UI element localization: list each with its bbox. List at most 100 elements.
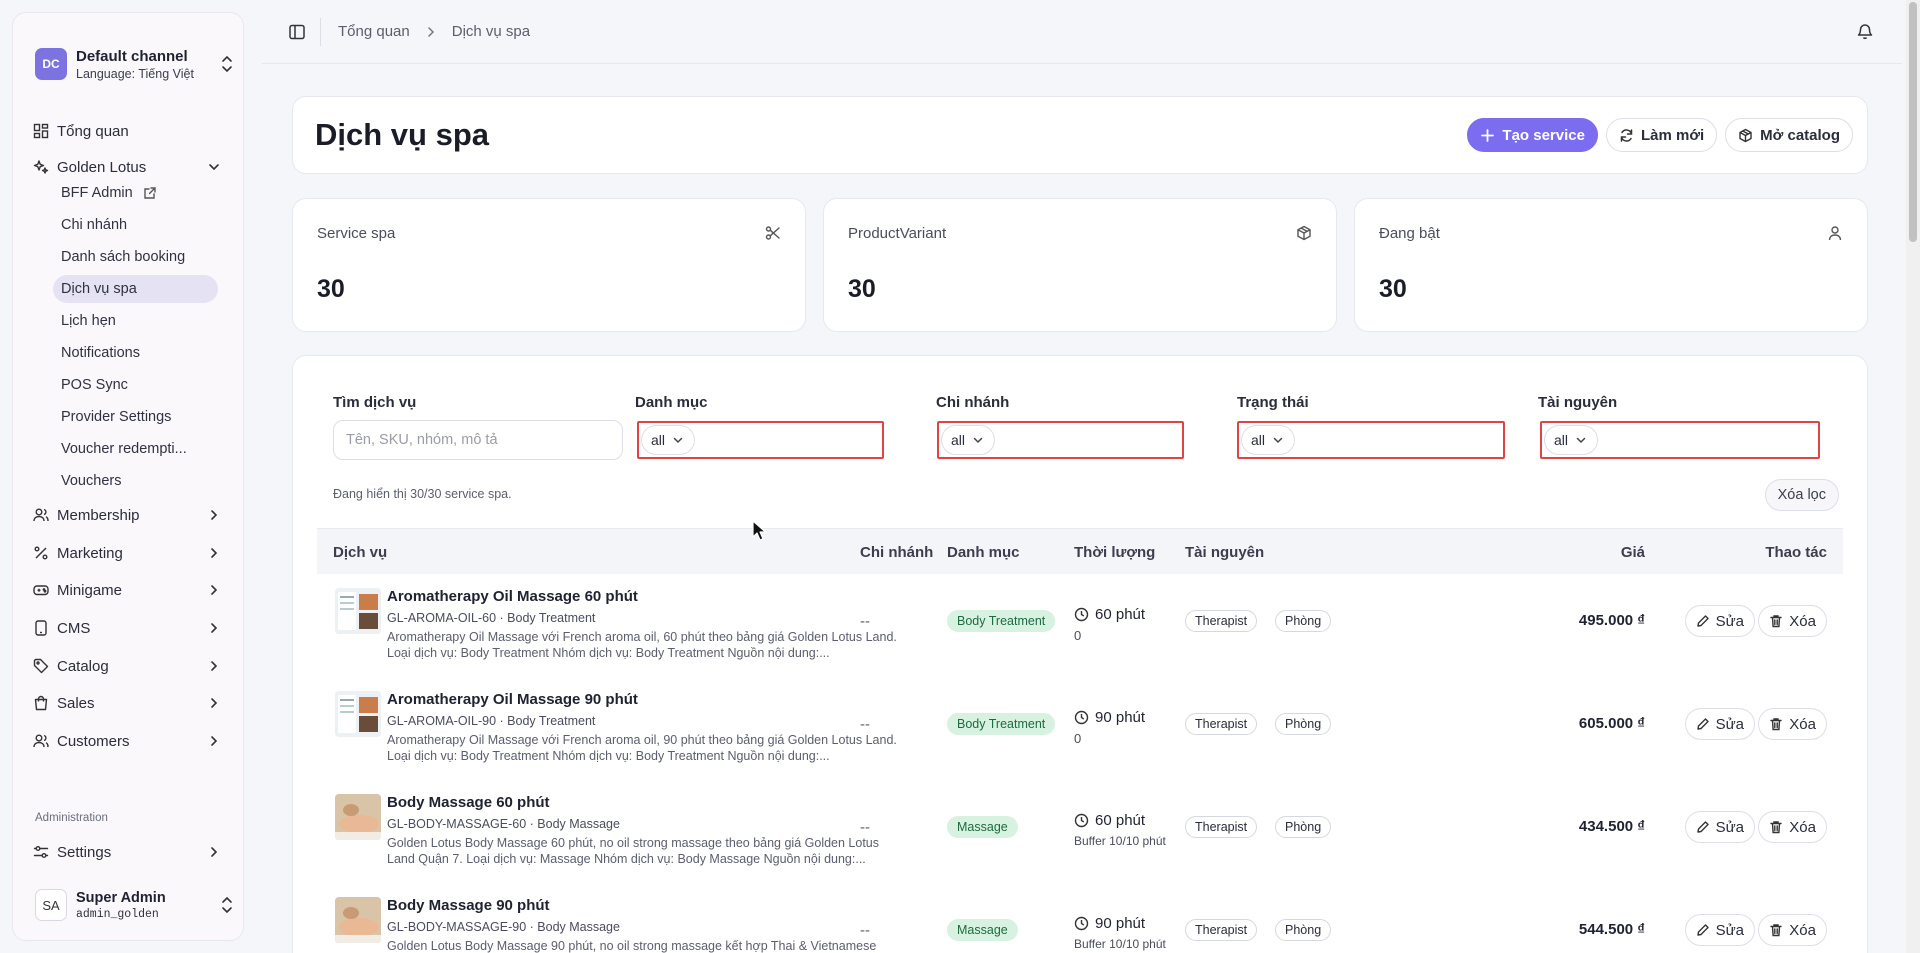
sidebar-toggle-icon[interactable] bbox=[288, 23, 306, 41]
tag-icon bbox=[33, 658, 49, 674]
duration-buffer: Buffer 10/10 phút bbox=[1074, 937, 1166, 951]
table-row: Aromatherapy Oil Massage 60 phút GL-AROM… bbox=[317, 574, 1843, 677]
sidebar-item-danh-sach-booking[interactable]: Danh sách booking bbox=[53, 243, 218, 271]
sidebar-item-voucher-redemptions[interactable]: Voucher redempti... bbox=[53, 435, 218, 463]
refresh-label: Làm mới bbox=[1640, 126, 1705, 144]
package-icon bbox=[1297, 225, 1311, 241]
sidebar-item-bff-admin[interactable]: BFF Admin bbox=[53, 179, 218, 207]
sidebar-item-dich-vu-spa[interactable]: Dịch vụ spa bbox=[53, 275, 218, 303]
duration-buffer: 0 bbox=[1074, 628, 1082, 643]
nav-overview[interactable]: Tổng quan bbox=[33, 117, 231, 145]
topbar-divider bbox=[320, 18, 321, 46]
sidebar-item-label: Provider Settings bbox=[61, 409, 172, 425]
edit-button[interactable]: Sửa bbox=[1684, 708, 1755, 740]
edit-button[interactable]: Sửa bbox=[1684, 811, 1755, 843]
nav-settings[interactable]: Settings bbox=[33, 838, 231, 866]
delete-label: Xóa bbox=[1789, 921, 1816, 939]
branch-select[interactable]: all bbox=[937, 421, 1184, 459]
sidebar-item-provider-settings[interactable]: Provider Settings bbox=[53, 403, 218, 431]
chevron-down-icon bbox=[1273, 437, 1283, 444]
create-service-button[interactable]: Tạo service bbox=[1467, 118, 1598, 152]
chevron-down-icon bbox=[1576, 437, 1586, 444]
edit-button[interactable]: Sửa bbox=[1684, 914, 1755, 946]
scissors-icon bbox=[765, 226, 780, 240]
nav-catalog[interactable]: Catalog bbox=[33, 652, 231, 680]
user-menu[interactable]: SA Super Admin admin_golden bbox=[35, 885, 235, 925]
column-duration[interactable]: Thời lượng bbox=[1074, 544, 1155, 561]
service-name[interactable]: Aromatherapy Oil Massage 60 phút bbox=[387, 588, 638, 605]
sidebar-item-notifications[interactable]: Notifications bbox=[53, 339, 218, 367]
table-row: Aromatherapy Oil Massage 90 phút GL-AROM… bbox=[317, 677, 1843, 780]
delete-button[interactable]: Xóa bbox=[1758, 811, 1827, 843]
stat-value: 30 bbox=[1379, 275, 1407, 303]
open-catalog-label: Mở catalog bbox=[1760, 126, 1840, 144]
refresh-button[interactable]: Làm mới bbox=[1605, 118, 1718, 152]
delete-button[interactable]: Xóa bbox=[1758, 914, 1827, 946]
open-catalog-button[interactable]: Mở catalog bbox=[1725, 118, 1853, 152]
nav-minigame[interactable]: Minigame bbox=[33, 576, 231, 604]
delete-button[interactable]: Xóa bbox=[1758, 708, 1827, 740]
pencil-icon bbox=[1696, 718, 1709, 730]
column-service[interactable]: Dịch vụ bbox=[333, 544, 387, 561]
service-thumbnail bbox=[335, 794, 381, 840]
chevron-down-icon bbox=[973, 437, 983, 444]
search-input[interactable] bbox=[333, 420, 623, 460]
service-name[interactable]: Body Massage 90 phút bbox=[387, 897, 550, 914]
avatar: SA bbox=[35, 889, 67, 921]
category-select[interactable]: all bbox=[637, 421, 884, 459]
nav-marketing[interactable]: Marketing bbox=[33, 539, 231, 567]
category-badge: Body Treatment bbox=[947, 713, 1056, 735]
column-branch[interactable]: Chi nhánh bbox=[860, 544, 933, 561]
nav-catalog-label: Catalog bbox=[57, 657, 109, 675]
resource-tag-room: Phòng bbox=[1275, 816, 1332, 838]
nav-minigame-label: Minigame bbox=[57, 581, 123, 599]
scrollbar-thumb[interactable] bbox=[1909, 2, 1917, 242]
column-category[interactable]: Danh mục bbox=[947, 544, 1020, 561]
channel-switcher[interactable]: DC Default channel Language: Tiếng Việt bbox=[35, 33, 235, 95]
pencil-icon bbox=[1696, 615, 1709, 627]
sliders-icon bbox=[33, 846, 49, 858]
nav-sales-label: Sales bbox=[57, 694, 95, 712]
service-name[interactable]: Aromatherapy Oil Massage 90 phút bbox=[387, 691, 638, 708]
chevrons-up-down-icon bbox=[222, 55, 232, 73]
breadcrumb-root[interactable]: Tổng quan bbox=[338, 23, 410, 40]
column-price[interactable]: Giá bbox=[1621, 544, 1645, 561]
resource-tag-room: Phòng bbox=[1275, 713, 1332, 735]
user-handle: admin_golden bbox=[76, 907, 159, 921]
sidebar-item-lich-hen[interactable]: Lịch hẹn bbox=[53, 307, 218, 335]
trash-icon bbox=[1770, 924, 1782, 937]
column-resource[interactable]: Tài nguyên bbox=[1185, 544, 1264, 561]
service-name[interactable]: Body Massage 60 phút bbox=[387, 794, 550, 811]
nav-cms[interactable]: CMS bbox=[33, 614, 231, 642]
edit-button[interactable]: Sửa bbox=[1684, 605, 1755, 637]
page-scrollbar[interactable] bbox=[1906, 0, 1920, 953]
service-sku: GL-BODY-MASSAGE-90 · Body Massage bbox=[387, 920, 620, 934]
service-price: 495.000 ₫ bbox=[1578, 612, 1645, 629]
service-sku: GL-AROMA-OIL-90 · Body Treatment bbox=[387, 714, 596, 728]
service-description: Aromatherapy Oil Massage với French arom… bbox=[387, 630, 897, 660]
edit-label: Sửa bbox=[1715, 818, 1744, 836]
pencil-icon bbox=[1696, 821, 1709, 833]
stat-card-active: Đang bật 30 bbox=[1354, 198, 1868, 332]
branch-filter-label: Chi nhánh bbox=[936, 394, 1010, 411]
delete-button[interactable]: Xóa bbox=[1758, 605, 1827, 637]
service-price: 544.500 ₫ bbox=[1578, 921, 1645, 938]
gamepad-icon bbox=[33, 585, 49, 596]
nav-customers[interactable]: Customers bbox=[33, 727, 231, 755]
resource-select[interactable]: all bbox=[1540, 421, 1820, 459]
status-select[interactable]: all bbox=[1237, 421, 1505, 459]
sidebar-item-label: BFF Admin bbox=[61, 185, 133, 201]
channel-avatar: DC bbox=[35, 48, 67, 80]
users-icon bbox=[33, 734, 49, 748]
service-description: Golden Lotus Body Massage 90 phút, no oi… bbox=[387, 939, 877, 953]
tablet-icon bbox=[35, 620, 47, 636]
sidebar-item-chi-nhanh[interactable]: Chi nhánh bbox=[53, 211, 218, 239]
clear-filters-button[interactable]: Xóa lọc bbox=[1764, 479, 1839, 511]
sidebar-item-pos-sync[interactable]: POS Sync bbox=[53, 371, 218, 399]
nav-membership[interactable]: Membership bbox=[33, 501, 231, 529]
nav-golden-lotus[interactable]: Golden Lotus bbox=[33, 153, 231, 181]
nav-sales[interactable]: Sales bbox=[33, 689, 231, 717]
results-count: Đang hiển thị 30/30 service spa. bbox=[333, 487, 512, 501]
sidebar-item-vouchers[interactable]: Vouchers bbox=[53, 467, 218, 495]
bell-icon[interactable] bbox=[1856, 22, 1874, 40]
